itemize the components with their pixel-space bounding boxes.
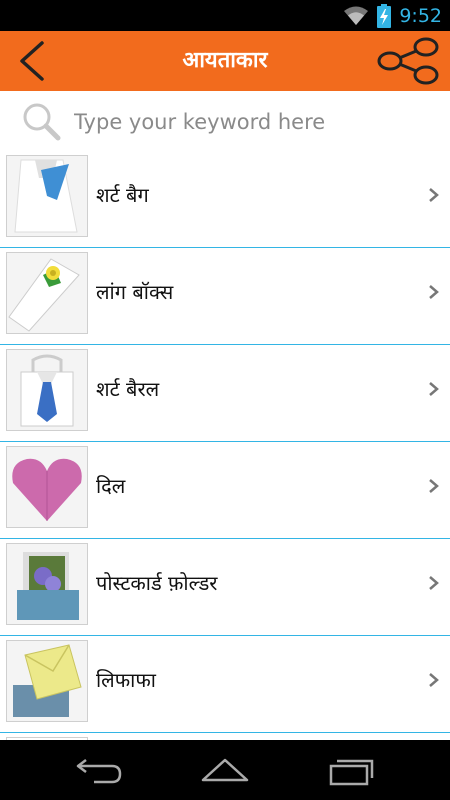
list-item-label: लिफाफा xyxy=(96,668,156,692)
navigation-bar xyxy=(0,740,450,800)
list-item[interactable]: पोस्टकार्ड फ़ोल्डर xyxy=(0,539,450,636)
back-arrow-icon xyxy=(20,41,44,81)
nav-recents-icon xyxy=(329,759,374,786)
chevron-right-icon xyxy=(429,479,439,493)
origami-list: शर्ट बैग लांग बॉक्स शर्ट बैरल दिल पोस्टक… xyxy=(0,151,450,740)
list-item[interactable]: लांग बॉक्स xyxy=(0,248,450,345)
share-button[interactable] xyxy=(376,37,440,85)
list-item[interactable] xyxy=(0,733,450,740)
chevron-right-icon xyxy=(429,285,439,299)
status-time: 9:52 xyxy=(399,4,442,27)
battery-icon xyxy=(377,3,392,28)
nav-back-icon xyxy=(76,759,122,784)
list-item[interactable]: लिफाफा xyxy=(0,636,450,733)
list-item-label: पोस्टकार्ड फ़ोल्डर xyxy=(96,571,218,595)
search-input[interactable] xyxy=(72,105,436,139)
status-bar: 9:52 xyxy=(0,0,450,31)
postcard-folder-thumbnail xyxy=(6,543,88,625)
long-box-thumbnail xyxy=(6,252,88,334)
nav-home-icon xyxy=(201,758,249,782)
app-bar: आयताकार xyxy=(0,31,450,91)
back-button[interactable] xyxy=(12,39,56,83)
search-icon xyxy=(23,103,61,141)
list-item-label: दिल xyxy=(96,474,126,498)
share-icon xyxy=(377,37,439,85)
heart-thumbnail xyxy=(6,446,88,528)
wifi-icon xyxy=(344,6,369,25)
list-item[interactable]: शर्ट बैग xyxy=(0,151,450,248)
chevron-right-icon xyxy=(429,188,439,202)
envelope-thumbnail xyxy=(6,640,88,722)
nav-back-button[interactable] xyxy=(72,752,128,788)
list-item-label: शर्ट बैग xyxy=(96,183,149,207)
search-bar xyxy=(0,91,450,151)
list-item-label: शर्ट बैरल xyxy=(96,377,160,401)
shirt-bag-thumbnail xyxy=(6,155,88,237)
list-item[interactable]: दिल xyxy=(0,442,450,539)
shirt-barrel-thumbnail xyxy=(6,349,88,431)
nav-recents-button[interactable] xyxy=(323,752,379,788)
chevron-right-icon xyxy=(429,382,439,396)
chevron-right-icon xyxy=(429,576,439,590)
list-item-label: लांग बॉक्स xyxy=(96,280,174,304)
nav-home-button[interactable] xyxy=(197,752,253,788)
status-icons: 9:52 xyxy=(343,0,442,31)
chevron-right-icon xyxy=(429,673,439,687)
list-item[interactable]: शर्ट बैरल xyxy=(0,345,450,442)
